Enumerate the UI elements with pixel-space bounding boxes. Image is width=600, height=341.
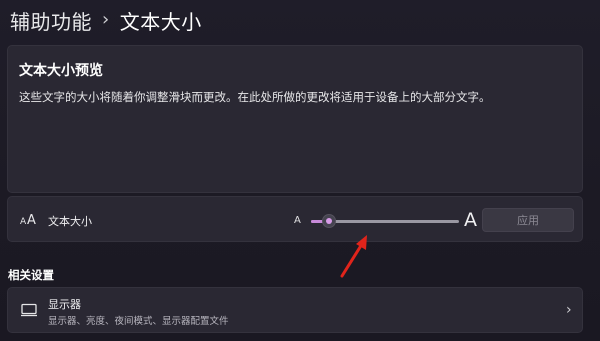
chevron-right-icon: › (566, 302, 572, 318)
display-settings-link[interactable]: 显示器 显示器、亮度、夜间模式、显示器配置文件 › (7, 287, 583, 333)
preview-text: 这些文字的大小将随着你调整滑块而更改。在此处所做的更改将适用于设备上的大部分文字… (19, 90, 491, 104)
breadcrumb-accessibility[interactable]: 辅助功能 (10, 6, 92, 35)
display-title: 显示器 (48, 298, 81, 311)
text-size-preview-card: 文本大小预览 这些文字的大小将随着你调整滑块而更改。在此处所做的更改将适用于设备… (7, 45, 583, 193)
slider-thumb-dot (326, 218, 332, 224)
text-size-icon: A A (20, 213, 36, 226)
page-title: 文本大小 (119, 10, 202, 34)
text-size-slider-thumb[interactable] (322, 214, 336, 228)
slider-max-marker: A (464, 209, 477, 231)
related-settings-heading: 相关设置 (8, 268, 54, 282)
apply-button[interactable]: 应用 (482, 208, 574, 232)
text-size-label: 文本大小 (48, 215, 92, 228)
breadcrumb-separator: › (102, 9, 110, 30)
preview-title: 文本大小预览 (19, 63, 103, 79)
display-subtitle: 显示器、亮度、夜间模式、显示器配置文件 (48, 316, 229, 327)
text-size-setting-row: A A 文本大小 A A 应用 (7, 196, 583, 242)
monitor-icon (21, 303, 37, 317)
slider-min-marker: A (294, 215, 301, 226)
svg-text:A: A (27, 213, 36, 226)
breadcrumb: 辅助功能 › 文本大小 (10, 6, 202, 35)
svg-text:A: A (20, 217, 27, 226)
